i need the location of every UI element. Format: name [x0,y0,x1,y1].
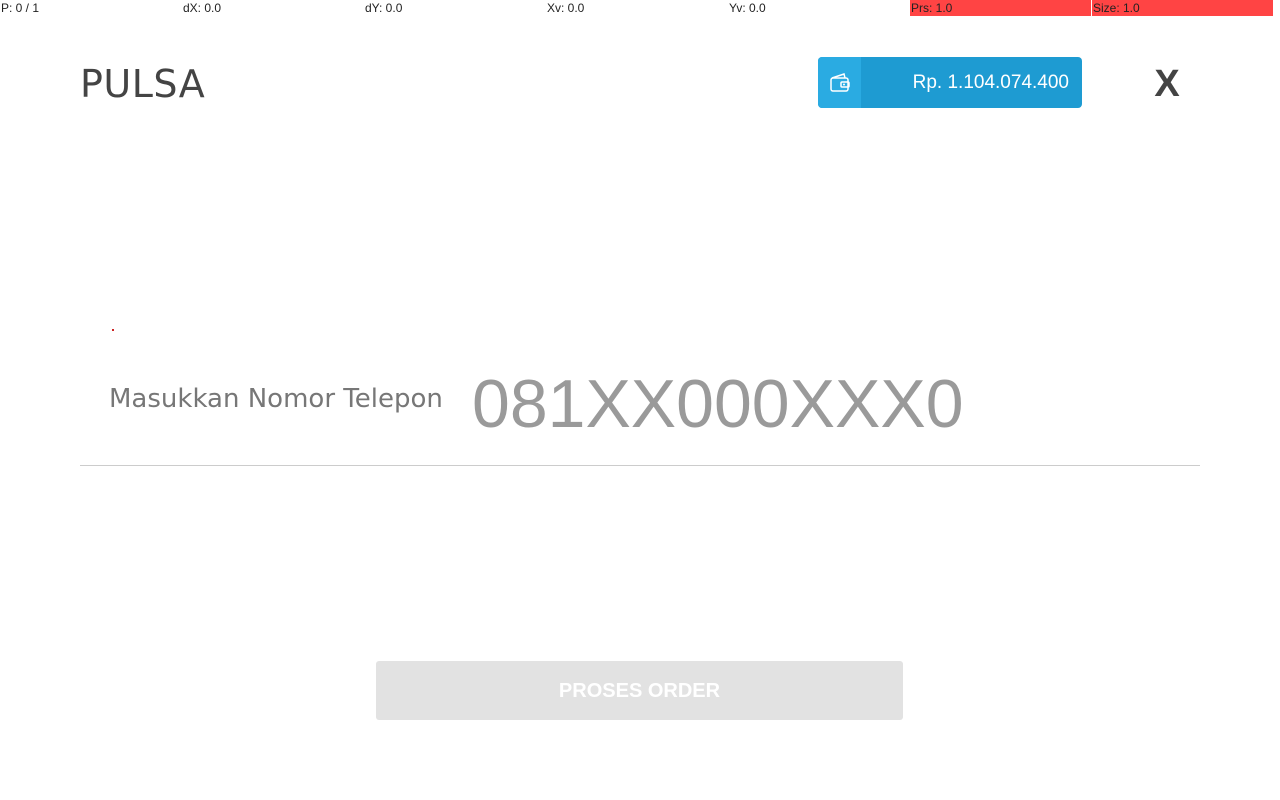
wallet-balance[interactable]: Rp. 1.104.074.400 [818,57,1082,108]
pointer-debug-overlay: P: 0 / 1 dX: 0.0 dY: 0.0 Xv: 0.0 Yv: 0.0… [0,0,1273,16]
debug-dx: dX: 0.0 [183,1,222,15]
input-underline [80,465,1200,466]
focus-indicator-dot [112,329,114,331]
debug-xv: Xv: 0.0 [547,1,585,15]
debug-pressure: Prs: 1.0 [910,0,1091,16]
phone-number-input[interactable] [472,364,1172,444]
debug-yv: Yv: 0.0 [729,1,766,15]
wallet-balance-amount: Rp. 1.104.074.400 [912,71,1069,93]
page-title: PULSA [80,62,206,106]
debug-dy: dY: 0.0 [365,1,403,15]
close-button[interactable]: X [1150,62,1184,106]
debug-size: Size: 1.0 [1092,0,1273,16]
phone-number-label: Masukkan Nomor Telepon [109,384,443,414]
wallet-icon [818,57,861,108]
process-order-button[interactable]: PROSES ORDER [376,661,903,720]
debug-pointer-count: P: 0 / 1 [1,1,40,15]
